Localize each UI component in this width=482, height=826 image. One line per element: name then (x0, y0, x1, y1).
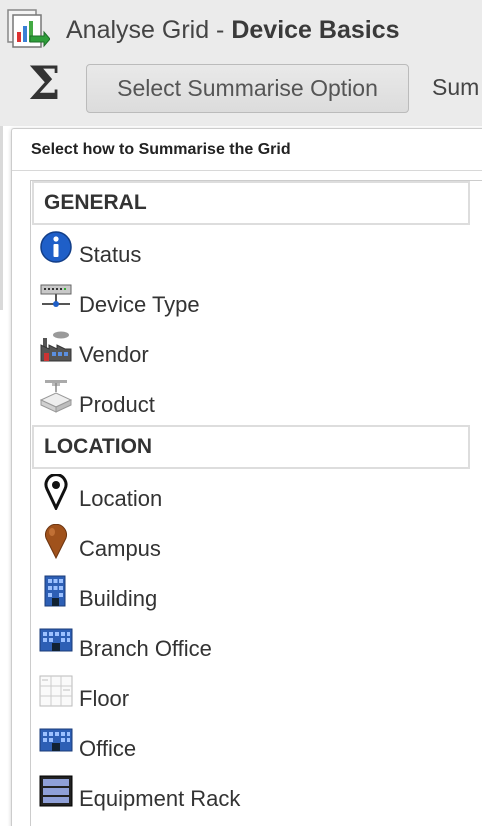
option-label: Vendor (79, 342, 149, 367)
left-panel-edge (0, 126, 3, 310)
option-label: Device Type (79, 292, 200, 317)
floor-plan-icon (39, 675, 73, 707)
option-office[interactable]: Office (37, 724, 457, 768)
factory-icon (40, 331, 72, 362)
option-vendor[interactable]: Vendor (37, 330, 457, 374)
option-floor[interactable]: Floor (37, 674, 457, 718)
option-product[interactable]: Product (37, 380, 457, 424)
product-box-icon (39, 380, 73, 413)
option-location[interactable]: Location (37, 474, 457, 518)
group-header-location: LOCATION (32, 425, 470, 469)
title-grid-name: Device Basics (231, 16, 400, 44)
option-label: Product (79, 392, 155, 417)
equipment-rack-icon (39, 775, 73, 807)
summary-label-truncated: Sum (432, 74, 480, 100)
option-label: Status (79, 242, 142, 267)
sigma-icon[interactable]: Σ (28, 54, 61, 112)
summarise-options-list: GENERAL Status Device Type Vendor Produc… (30, 180, 482, 826)
option-label: Equipment Rack (79, 786, 241, 811)
window-title: Analyse Grid - Device Basics (66, 16, 400, 45)
option-label: Office (79, 736, 137, 761)
option-label: Location (79, 486, 163, 511)
option-label: Building (79, 586, 158, 611)
option-equipment-rack[interactable]: Equipment Rack (37, 774, 457, 818)
option-label: Floor (79, 686, 130, 711)
location-pin-icon (44, 474, 68, 510)
window-header: Analyse Grid - Device Basics Σ Select Su… (0, 0, 482, 126)
summarise-dropdown: Select how to Summarise the Grid GENERAL… (11, 128, 482, 826)
select-summarise-option-button[interactable]: Select Summarise Option (86, 64, 409, 113)
option-building[interactable]: Building (37, 574, 457, 618)
group-header-general: GENERAL (32, 181, 470, 225)
building-icon (44, 575, 66, 607)
option-branch-office[interactable]: Branch Office (37, 624, 457, 668)
dropdown-header: Select how to Summarise the Grid (12, 129, 482, 171)
option-campus[interactable]: Campus (37, 524, 457, 568)
option-status[interactable]: Status (37, 230, 457, 274)
branch-office-icon (39, 628, 73, 652)
info-icon (40, 231, 72, 263)
option-device-type[interactable]: Device Type (37, 280, 457, 324)
office-icon (39, 728, 73, 752)
network-device-icon (40, 284, 72, 307)
option-label: Branch Office (79, 636, 212, 661)
option-label: Campus (79, 536, 161, 561)
campus-pin-icon (45, 524, 67, 560)
analyse-grid-icon (7, 9, 50, 48)
title-prefix: Analyse Grid - (66, 16, 232, 44)
